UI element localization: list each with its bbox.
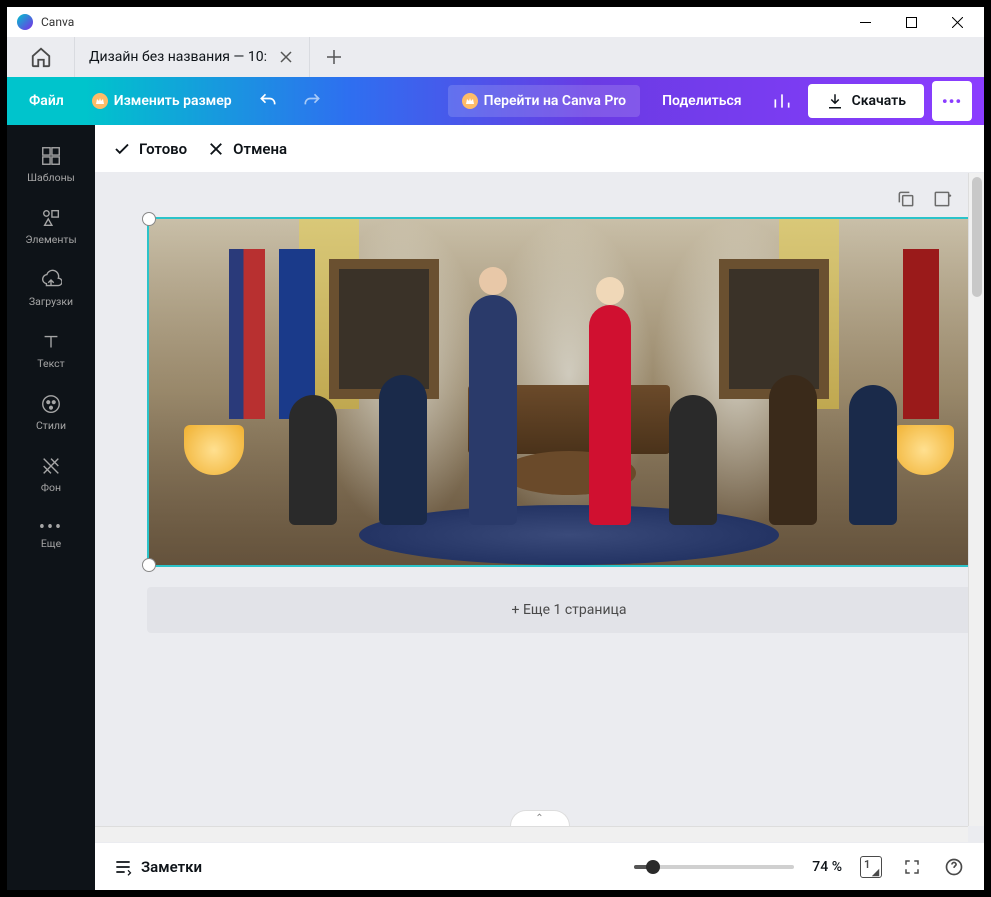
- file-menu[interactable]: Файл: [19, 85, 74, 117]
- titlebar: Canva: [7, 7, 984, 37]
- sidebar-item-background[interactable]: Фон: [7, 443, 95, 505]
- sidebar-item-text[interactable]: Текст: [7, 319, 95, 381]
- canva-logo-icon: [17, 14, 33, 30]
- expand-pages-button[interactable]: ⌃: [510, 810, 570, 826]
- sidebar-item-styles[interactable]: Стили: [7, 381, 95, 443]
- home-button[interactable]: [7, 37, 75, 77]
- notes-button[interactable]: Заметки: [113, 857, 202, 877]
- zoom-level[interactable]: 74 %: [812, 859, 842, 875]
- help-button[interactable]: [942, 855, 966, 879]
- tab-title: Дизайн без названия — 10:: [89, 49, 267, 65]
- crown-icon: [462, 93, 478, 109]
- close-icon[interactable]: [277, 48, 295, 66]
- templates-icon: [40, 145, 62, 167]
- minimize-button[interactable]: [842, 7, 888, 37]
- upgrade-pro-button[interactable]: Перейти на Canva Pro: [448, 85, 640, 117]
- crop-done-button[interactable]: Готово: [113, 140, 187, 158]
- close-button[interactable]: [934, 7, 980, 37]
- new-tab-button[interactable]: [310, 37, 358, 77]
- app-title: Canva: [41, 15, 74, 29]
- sidebar-label: Фон: [41, 481, 61, 494]
- sidebar-item-templates[interactable]: Шаблоны: [7, 133, 95, 195]
- more-icon: •••: [39, 523, 63, 533]
- resize-button[interactable]: Изменить размер: [82, 85, 242, 117]
- page-list-button[interactable]: 1 ◢: [860, 856, 882, 878]
- resize-handle-tl[interactable]: [142, 212, 156, 226]
- notes-label: Заметки: [141, 858, 202, 876]
- download-button[interactable]: Скачать: [808, 84, 924, 118]
- zoom-thumb[interactable]: [646, 860, 660, 874]
- text-icon: [40, 331, 62, 353]
- horizontal-scrollbar[interactable]: [95, 826, 968, 842]
- sidebar-label: Загрузки: [29, 295, 73, 308]
- fullscreen-button[interactable]: [900, 855, 924, 879]
- tabs-row: Дизайн без названия — 10:: [7, 37, 984, 77]
- analytics-button[interactable]: [764, 83, 800, 119]
- sidebar-item-uploads[interactable]: Загрузки: [7, 257, 95, 319]
- sidebar-item-more[interactable]: ••• Еще: [7, 505, 95, 567]
- add-page-bar[interactable]: + Еще 1 страница: [147, 587, 984, 633]
- sidebar-label: Шаблоны: [27, 171, 75, 184]
- styles-icon: [40, 393, 62, 415]
- resize-handle-bl[interactable]: [142, 558, 156, 572]
- zoom-slider[interactable]: [634, 865, 794, 869]
- download-icon: [826, 92, 844, 110]
- crown-icon: [92, 93, 108, 109]
- resize-label: Изменить размер: [114, 93, 232, 109]
- redo-button[interactable]: [294, 83, 330, 119]
- more-menu-button[interactable]: •••: [932, 81, 972, 121]
- check-icon: [113, 140, 131, 158]
- pro-label: Перейти на Canva Pro: [484, 93, 626, 109]
- cancel-label: Отмена: [233, 140, 287, 158]
- uploads-icon: [40, 269, 62, 291]
- canvas-image[interactable]: [149, 219, 984, 565]
- crop-toolbar: Готово Отмена: [95, 125, 984, 173]
- background-icon: [40, 455, 62, 477]
- x-icon: [207, 140, 225, 158]
- download-label: Скачать: [852, 93, 906, 109]
- sidebar: Шаблоны Элементы Загрузки Текст Стили Фо…: [7, 125, 95, 890]
- crop-cancel-button[interactable]: Отмена: [207, 140, 287, 158]
- duplicate-page-button[interactable]: [896, 189, 916, 213]
- elements-icon: [40, 207, 62, 229]
- vertical-scrollbar[interactable]: [968, 173, 984, 826]
- sidebar-label: Текст: [37, 357, 64, 370]
- sidebar-label: Стили: [36, 419, 66, 432]
- sidebar-item-elements[interactable]: Элементы: [7, 195, 95, 257]
- selection-frame[interactable]: [147, 217, 984, 567]
- add-page-label: + Еще 1 страница: [512, 602, 627, 618]
- tab-design[interactable]: Дизайн без названия — 10:: [75, 37, 310, 77]
- share-button[interactable]: Поделиться: [648, 85, 755, 117]
- notes-icon: [113, 857, 133, 877]
- add-page-button[interactable]: [932, 189, 952, 213]
- maximize-button[interactable]: [888, 7, 934, 37]
- canvas-area[interactable]: + Еще 1 страница ⌃: [95, 173, 984, 842]
- sidebar-label: Еще: [41, 537, 61, 550]
- footer-bar: Заметки 74 % 1 ◢: [95, 842, 984, 890]
- main-toolbar: Файл Изменить размер Перейти на Canva Pr…: [7, 77, 984, 125]
- undo-button[interactable]: [250, 83, 286, 119]
- sidebar-label: Элементы: [25, 233, 76, 246]
- done-label: Готово: [139, 140, 187, 158]
